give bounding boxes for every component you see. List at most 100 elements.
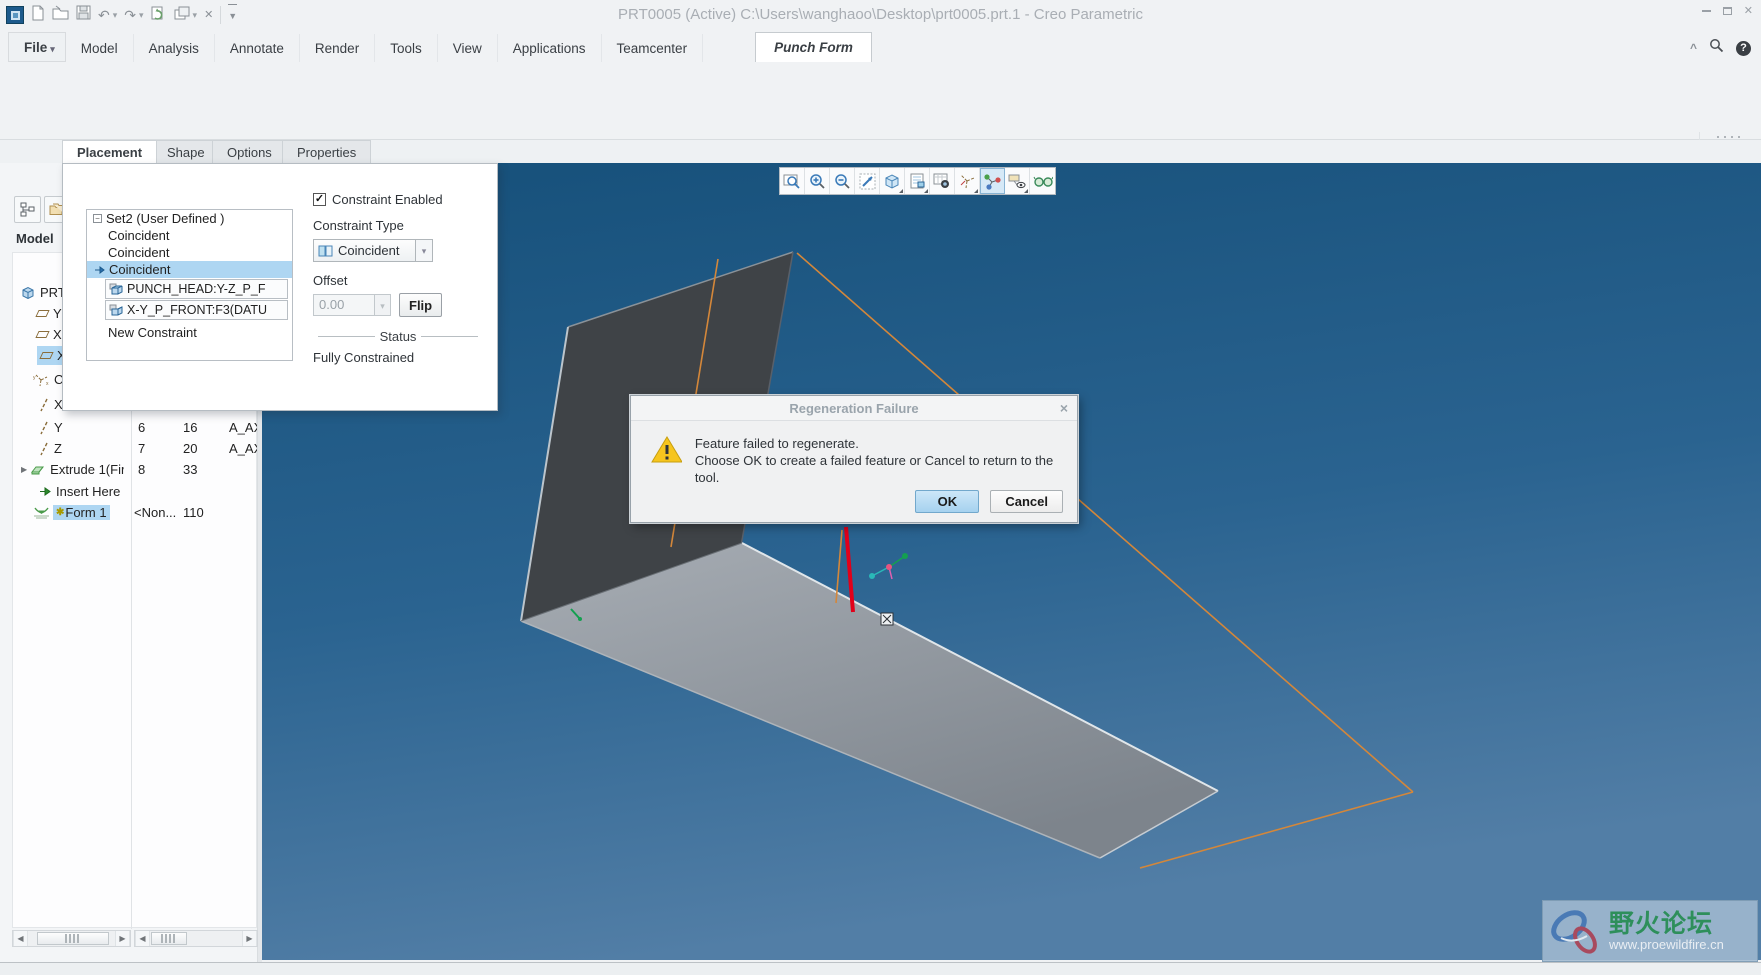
dashboard-panel-tabs: Placement Shape Options Properties: [0, 140, 1761, 164]
csys-icon: yx: [33, 374, 49, 387]
tab-teamcenter[interactable]: Teamcenter: [602, 34, 704, 62]
flip-button[interactable]: Flip: [399, 293, 443, 317]
zoom-out-button[interactable]: [830, 168, 855, 194]
tree-row-axis-x[interactable]: X: [39, 395, 63, 414]
display-style-button[interactable]: [880, 168, 905, 194]
tab-model[interactable]: Model: [66, 34, 134, 62]
annotation-display-button[interactable]: [1005, 168, 1030, 194]
undo-icon[interactable]: ↶: [98, 5, 110, 25]
refit-button[interactable]: [855, 168, 880, 194]
tree-row-plane-y[interactable]: Y: [35, 304, 62, 323]
tree-row-insert-here[interactable]: Insert Here: [39, 482, 120, 501]
datum-display-filters-button[interactable]: [955, 168, 980, 194]
tree-scrollbar[interactable]: ◀ ▶: [12, 930, 131, 947]
app-icon[interactable]: [6, 6, 24, 24]
tab-render[interactable]: Render: [300, 34, 376, 62]
tab-placement[interactable]: Placement: [62, 140, 158, 164]
windows-caret-icon[interactable]: ▾: [193, 10, 198, 21]
dialog-title-bar[interactable]: Regeneration Failure ×: [631, 396, 1077, 421]
expander-icon[interactable]: ▶: [21, 465, 27, 474]
window-title: PRT0005 (Active) C:\Users\wanghaoo\Deskt…: [618, 6, 1143, 23]
zoom-in-button[interactable]: [805, 168, 830, 194]
datum-plane-icon: [39, 352, 54, 359]
constraint-type-label: Constraint Type: [313, 218, 404, 233]
constraint-item[interactable]: Coincident: [87, 227, 292, 244]
scroll-left-icon[interactable]: ◀: [135, 931, 150, 946]
offset-value-input[interactable]: 0.00: [313, 294, 375, 316]
undo-caret-icon[interactable]: ▾: [113, 10, 118, 21]
tab-punch-form[interactable]: Punch Form: [755, 32, 872, 62]
help-icon[interactable]: ?: [1736, 40, 1751, 56]
surface-reference-icon: [109, 283, 123, 295]
tree-cell: 16: [183, 420, 198, 435]
capture-button[interactable]: [930, 168, 955, 194]
open-file-icon[interactable]: [52, 5, 69, 25]
extrude-icon: [31, 466, 45, 474]
cancel-button[interactable]: Cancel: [990, 490, 1063, 513]
collapse-ribbon-icon[interactable]: ^: [1690, 41, 1697, 55]
new-constraint-item[interactable]: New Constraint: [87, 324, 292, 341]
scroll-right-icon[interactable]: ▶: [115, 931, 130, 946]
dialog-close-icon[interactable]: ×: [1060, 396, 1068, 420]
redo-caret-icon[interactable]: ▾: [139, 10, 144, 21]
model-tree-tab[interactable]: [14, 196, 41, 223]
maximize-icon[interactable]: [1722, 7, 1732, 15]
tree-row-axis-y[interactable]: Y: [39, 418, 63, 437]
tab-annotate[interactable]: Annotate: [215, 34, 300, 62]
reference-chip-2[interactable]: X-Y_P_FRONT:F3(DATU: [105, 300, 288, 320]
saved-orientations-button[interactable]: [905, 168, 930, 194]
constraint-item[interactable]: Coincident: [87, 244, 292, 261]
tab-shape[interactable]: Shape: [152, 140, 220, 163]
spin-center-button[interactable]: [1030, 168, 1055, 194]
tree-row-plane-x[interactable]: X: [35, 325, 62, 344]
punch-form-dashboard: PUNCH_HEAD ▾: [0, 62, 1761, 180]
constraint-enabled-row[interactable]: ✓ Constraint Enabled: [313, 192, 491, 207]
tab-file[interactable]: File ▾: [8, 32, 66, 62]
tab-tools[interactable]: Tools: [375, 34, 438, 62]
offset-label: Offset: [313, 273, 348, 288]
tree-columns-scrollbar[interactable]: ◀ ▶: [134, 930, 258, 947]
datum-reference-icon: [109, 304, 123, 315]
reference-chip-1[interactable]: PUNCH_HEAD:Y-Z_P_F: [105, 279, 288, 299]
offset-dropdown-icon[interactable]: ▾: [375, 294, 391, 316]
regenerate-icon[interactable]: [151, 5, 167, 26]
close-icon[interactable]: ✕: [1744, 6, 1753, 17]
tab-analysis[interactable]: Analysis: [134, 34, 215, 62]
file-caret-icon: ▾: [50, 44, 55, 54]
watermark-url[interactable]: www.proewildfire.cn: [1609, 937, 1724, 952]
redo-icon[interactable]: ↷: [124, 5, 136, 25]
tab-applications[interactable]: Applications: [498, 34, 602, 62]
3d-dragger-button[interactable]: [980, 168, 1005, 194]
constraint-set-header[interactable]: − Set2 (User Defined ): [87, 210, 292, 227]
tree-cell: 8: [138, 462, 146, 477]
status-value: Fully Constrained: [313, 350, 415, 365]
constraint-set-tree: − Set2 (User Defined ) Coincident Coinci…: [86, 209, 293, 361]
search-icon[interactable]: [1709, 38, 1724, 58]
tree-row-axis-z[interactable]: Z: [39, 439, 62, 458]
windows-icon[interactable]: [174, 6, 190, 25]
svg-text:y: y: [33, 375, 36, 381]
tree-cell: 7: [138, 441, 146, 456]
forum-watermark: 野火论坛 www.proewildfire.cn: [1542, 900, 1758, 962]
tree-row-extrude[interactable]: ▶ Extrude 1(First: [21, 460, 124, 479]
new-file-icon[interactable]: [31, 5, 45, 26]
constraint-type-combo[interactable]: Coincident ▾: [313, 239, 491, 262]
tab-properties[interactable]: Properties: [282, 140, 372, 163]
constraint-item-selected[interactable]: Coincident: [87, 261, 292, 278]
tab-options[interactable]: Options: [212, 140, 287, 163]
tree-row-csys[interactable]: yx C: [33, 370, 63, 389]
ok-button[interactable]: OK: [915, 490, 980, 513]
zoom-region-button[interactable]: [780, 168, 805, 194]
scroll-right-icon[interactable]: ▶: [242, 931, 257, 946]
save-icon[interactable]: [76, 5, 91, 25]
model-tree-panel-label: Model: [16, 231, 54, 246]
tree-row-form1-selected[interactable]: ✱ Form 1: [33, 503, 110, 522]
constraint-type-dropdown-icon[interactable]: ▾: [416, 239, 433, 262]
minimize-icon[interactable]: [1701, 10, 1711, 12]
window-controls: ✕: [1701, 6, 1753, 17]
scroll-left-icon[interactable]: ◀: [13, 931, 28, 946]
checkbox-checked-icon[interactable]: ✓: [313, 193, 326, 206]
collapse-icon[interactable]: −: [93, 214, 102, 223]
failed-feature-asterisk-icon: ✱: [56, 507, 65, 518]
tab-view[interactable]: View: [438, 34, 498, 62]
